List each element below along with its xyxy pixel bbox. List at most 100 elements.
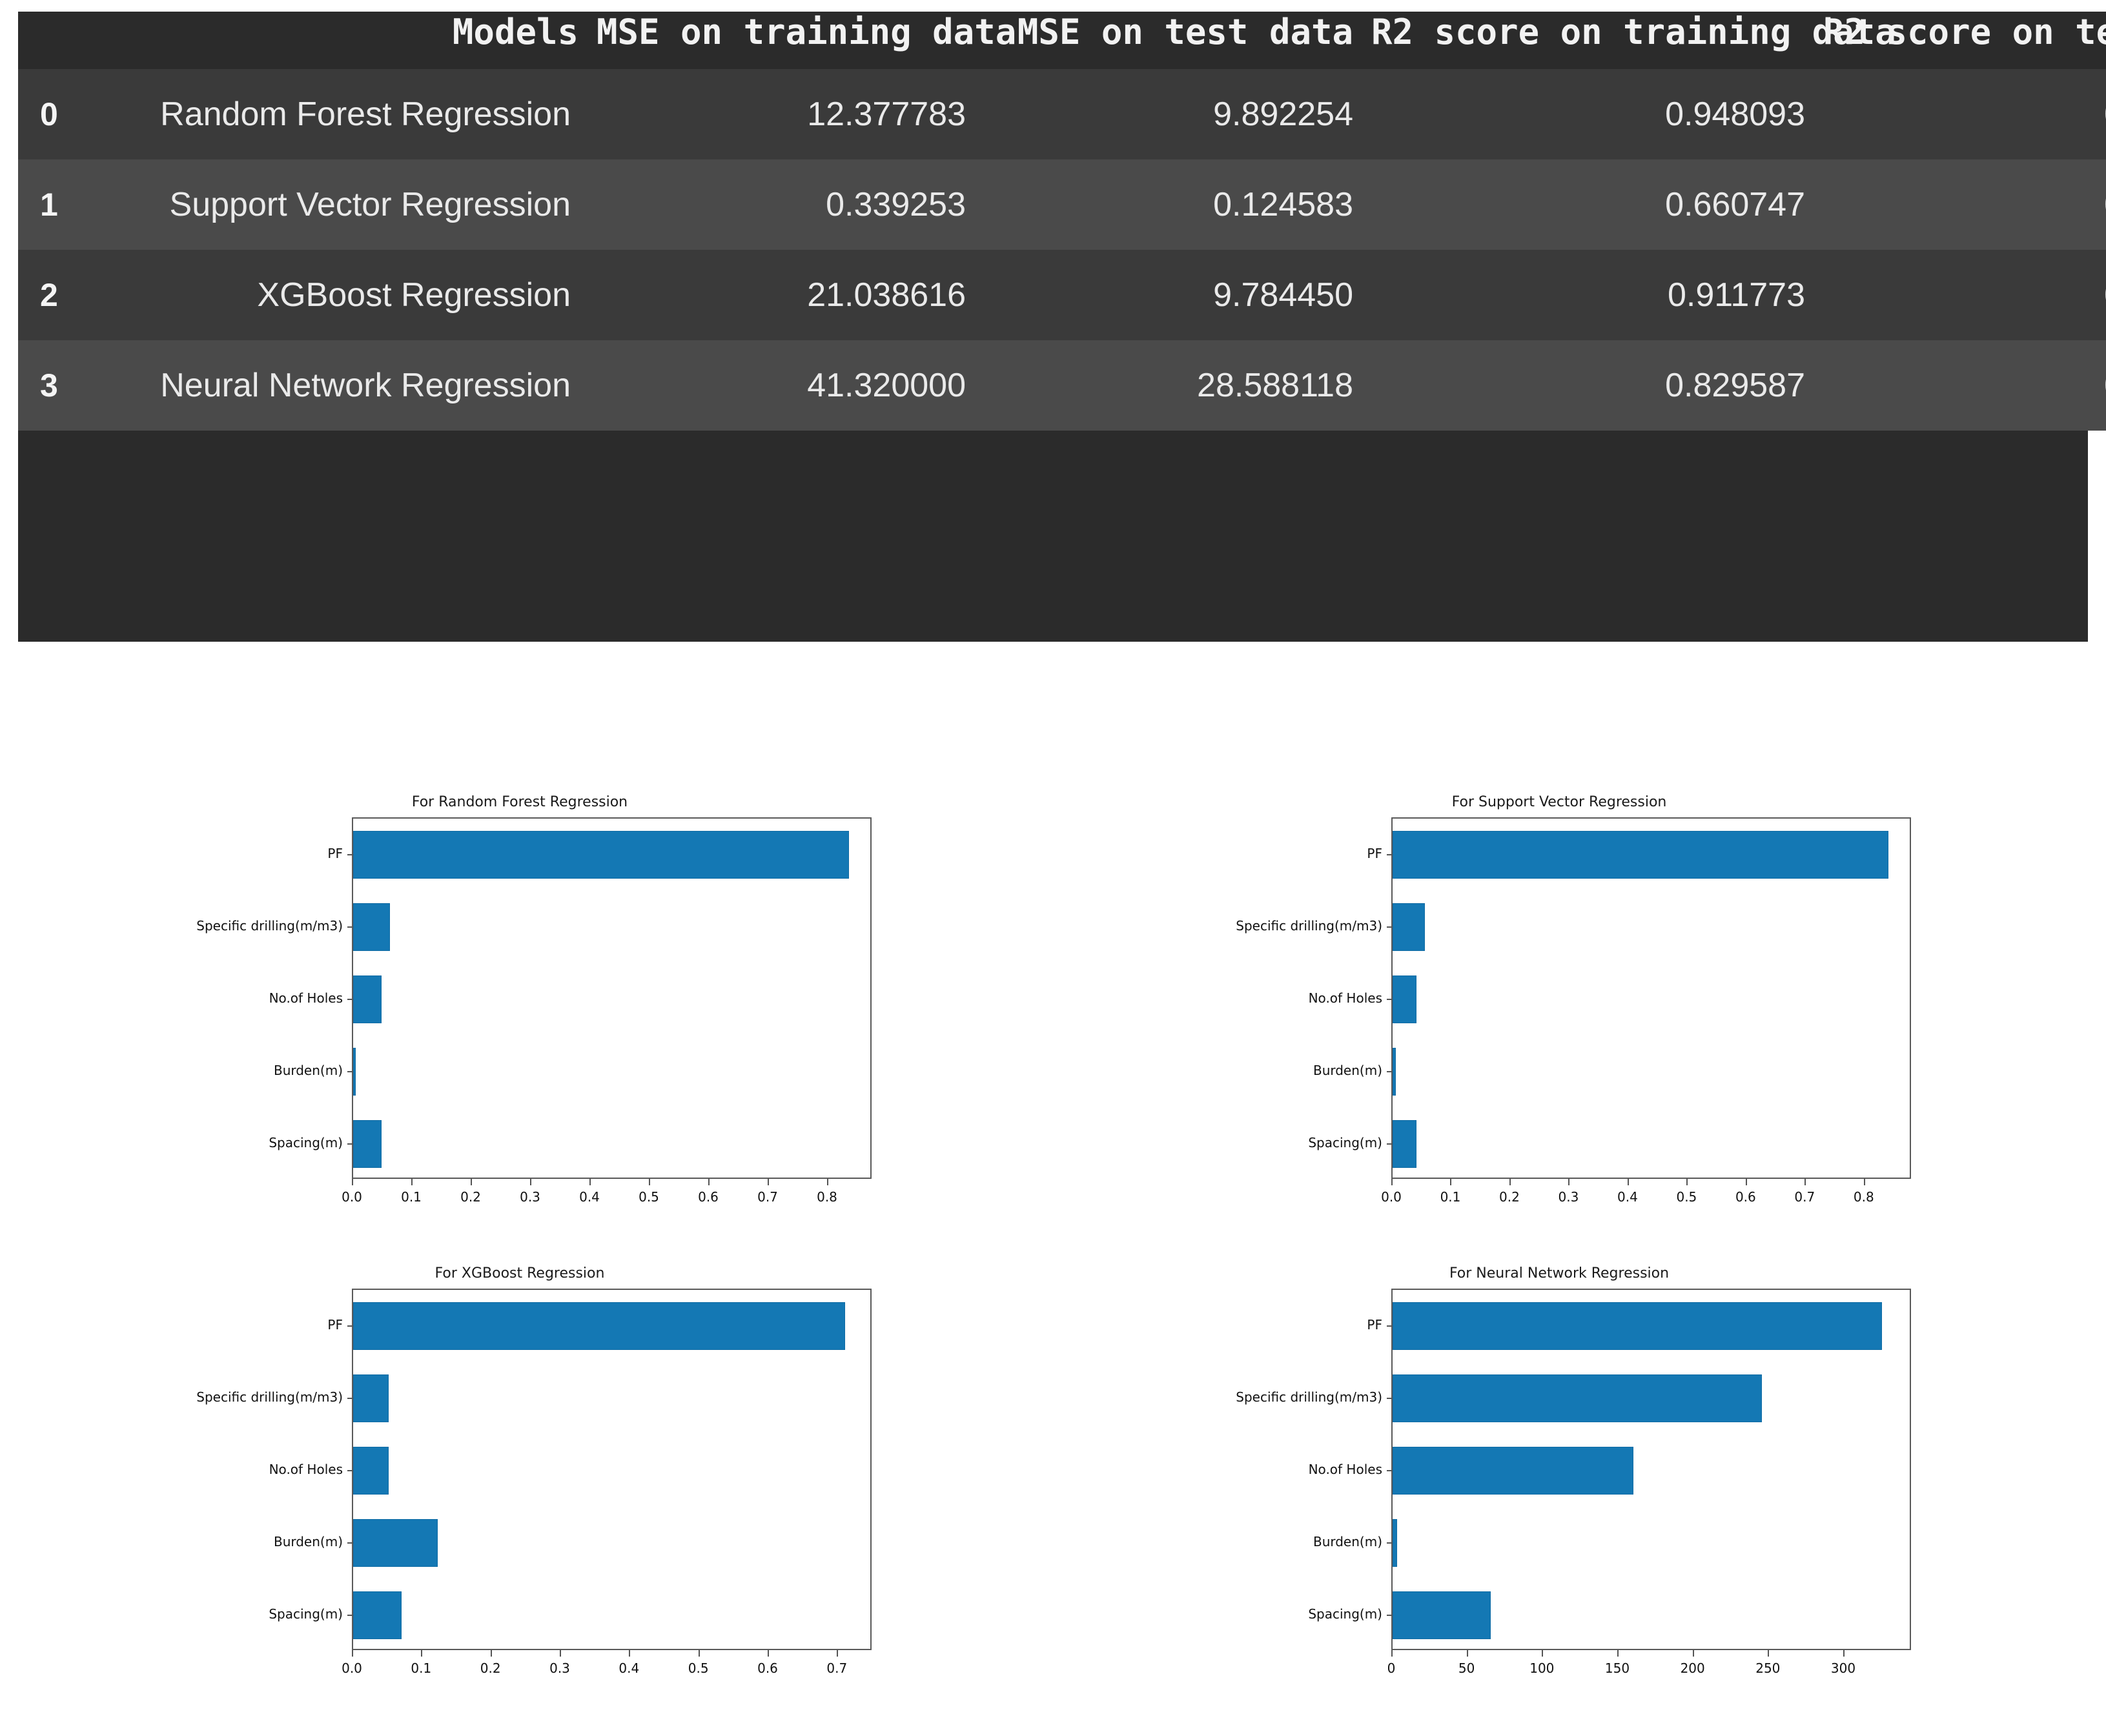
x-axis-tick-label: 300 xyxy=(1830,1660,1856,1676)
y-tick-mark xyxy=(1387,926,1393,928)
cell-mse-test: 0.124583 xyxy=(975,159,1362,250)
y-axis-label: Burden(m) xyxy=(273,1063,343,1078)
y-axis-label: Burden(m) xyxy=(273,1534,343,1549)
y-tick-mark xyxy=(347,1398,353,1399)
bar xyxy=(1393,1447,1634,1495)
chart-title-xgboost: For XGBoost Regression xyxy=(434,1265,605,1282)
bar xyxy=(1393,1302,1883,1350)
x-axis-tick-label: 0.7 xyxy=(1794,1189,1815,1205)
x-tick-mark xyxy=(421,1650,423,1657)
x-tick-mark xyxy=(649,1179,650,1185)
bar xyxy=(353,1374,389,1422)
y-tick-mark xyxy=(347,1143,353,1145)
bar-series xyxy=(353,1290,870,1649)
cell-model: Support Vector Regression xyxy=(97,159,588,250)
x-tick-mark xyxy=(1804,1179,1806,1185)
x-tick-mark xyxy=(1450,1179,1452,1185)
x-tick-mark xyxy=(352,1650,353,1657)
x-tick-mark xyxy=(1768,1650,1770,1657)
cell-mse-train: 41.320000 xyxy=(588,340,975,431)
cell-r2-test: 0.829383 xyxy=(1814,340,2106,431)
table-header-row: Models MSE on training data MSE on test … xyxy=(18,12,2106,69)
x-axis-tick-label: 0.1 xyxy=(401,1189,422,1205)
x-axis-tick-label: 0.0 xyxy=(342,1189,362,1205)
chart-panel-xgboost: For XGBoost Regression PF Specific drillin… xyxy=(168,1265,897,1711)
x-axis-tick-label: 0.6 xyxy=(757,1660,778,1676)
bar xyxy=(1393,1519,1397,1567)
table-body: 0 Random Forest Regression 12.377783 9.8… xyxy=(18,69,2106,431)
column-header-r2-test: R2 score on test data xyxy=(1814,12,2106,69)
y-tick-mark xyxy=(347,1542,353,1544)
bar xyxy=(353,1519,438,1567)
bar xyxy=(353,1120,382,1168)
model-metrics-table: Models MSE on training data MSE on test … xyxy=(18,12,2106,431)
y-tick-mark xyxy=(347,1470,353,1471)
x-axis-tick-label: 0.7 xyxy=(826,1660,848,1676)
cell-model: XGBoost Regression xyxy=(97,250,588,340)
x-axis-tick-label: 0.2 xyxy=(480,1660,501,1676)
y-axis-label: Burden(m) xyxy=(1313,1063,1382,1078)
x-axis-tick-label: 0.4 xyxy=(579,1189,600,1205)
bar xyxy=(353,903,391,951)
x-tick-mark xyxy=(1863,1179,1865,1185)
cell-mse-test: 9.892254 xyxy=(975,69,1362,159)
x-tick-mark xyxy=(837,1650,839,1657)
y-tick-mark xyxy=(1387,854,1393,855)
bar xyxy=(1393,1120,1416,1168)
y-axis-label: PF xyxy=(1367,1317,1382,1333)
x-axis-tick-label: 0.3 xyxy=(549,1660,570,1676)
cell-r2-test: 0.940962 xyxy=(1814,69,2106,159)
row-index: 0 xyxy=(18,69,97,159)
y-axis-label: Specific drilling(m/m3) xyxy=(1236,1389,1382,1405)
table-row: 3 Neural Network Regression 41.320000 28… xyxy=(18,340,2106,431)
x-axis-tick-label: 0.3 xyxy=(1558,1189,1579,1205)
x-tick-mark xyxy=(768,1179,769,1185)
x-tick-mark xyxy=(1692,1650,1694,1657)
bar xyxy=(353,1302,846,1350)
y-tick-mark xyxy=(1387,1143,1393,1145)
x-axis-tick-label: 100 xyxy=(1529,1660,1555,1676)
chart-plot-area-support-vector xyxy=(1387,817,1911,1179)
y-tick-mark xyxy=(1387,1071,1393,1072)
x-axis-tick-label: 0 xyxy=(1387,1660,1396,1676)
x-axis-tick-label: 0.4 xyxy=(619,1660,640,1676)
column-header-r2-train: R2 score on training data xyxy=(1362,12,1896,69)
y-axis-label: No.of Holes xyxy=(269,1462,343,1477)
x-axis-tick-label: 0.5 xyxy=(639,1189,659,1205)
bar xyxy=(1393,903,1426,951)
column-header-models: Models xyxy=(97,12,588,69)
x-tick-mark xyxy=(411,1179,413,1185)
x-axis-tick-label: 0.1 xyxy=(411,1660,432,1676)
x-axis-tick-label: 50 xyxy=(1458,1660,1475,1676)
x-tick-mark xyxy=(708,1179,710,1185)
table-row: 1 Support Vector Regression 0.339253 0.1… xyxy=(18,159,2106,250)
x-tick-mark xyxy=(1745,1179,1747,1185)
x-tick-mark xyxy=(1568,1179,1570,1185)
y-axis-label: Burden(m) xyxy=(1313,1534,1382,1549)
bar xyxy=(1393,1591,1491,1639)
table-header: Models MSE on training data MSE on test … xyxy=(18,12,2106,69)
x-tick-mark xyxy=(1542,1650,1544,1657)
y-tick-mark xyxy=(1387,999,1393,1000)
chart-plot-area-neural-network xyxy=(1387,1289,1911,1650)
bar xyxy=(353,1048,356,1096)
y-axis-label: No.of Holes xyxy=(1308,990,1382,1006)
cell-mse-train: 0.339253 xyxy=(588,159,975,250)
chart-panel-neural-network: For Neural Network Regression PF Specific … xyxy=(1207,1265,1937,1711)
chart-panel-support-vector: For Support Vector Regression PF Specific … xyxy=(1207,794,1937,1240)
y-axis-label: PF xyxy=(327,846,343,861)
cell-r2-train: 0.829587 xyxy=(1362,340,1814,431)
x-tick-mark xyxy=(471,1179,472,1185)
y-tick-mark xyxy=(1387,1398,1393,1399)
y-axis-label: Specific drilling(m/m3) xyxy=(196,1389,343,1405)
bar-series xyxy=(1393,1290,1910,1649)
x-axis-tick-label: 250 xyxy=(1755,1660,1781,1676)
x-tick-mark xyxy=(1686,1179,1688,1185)
cell-r2-train: 0.948093 xyxy=(1362,69,1814,159)
y-axis-label: PF xyxy=(327,1317,343,1333)
chart-plot-area-xgboost xyxy=(347,1289,872,1650)
chart-title-random-forest: For Random Forest Regression xyxy=(411,794,628,810)
y-tick-mark xyxy=(347,1325,353,1327)
cell-mse-test: 28.588118 xyxy=(975,340,1362,431)
x-axis-tick-label: 0.2 xyxy=(460,1189,481,1205)
